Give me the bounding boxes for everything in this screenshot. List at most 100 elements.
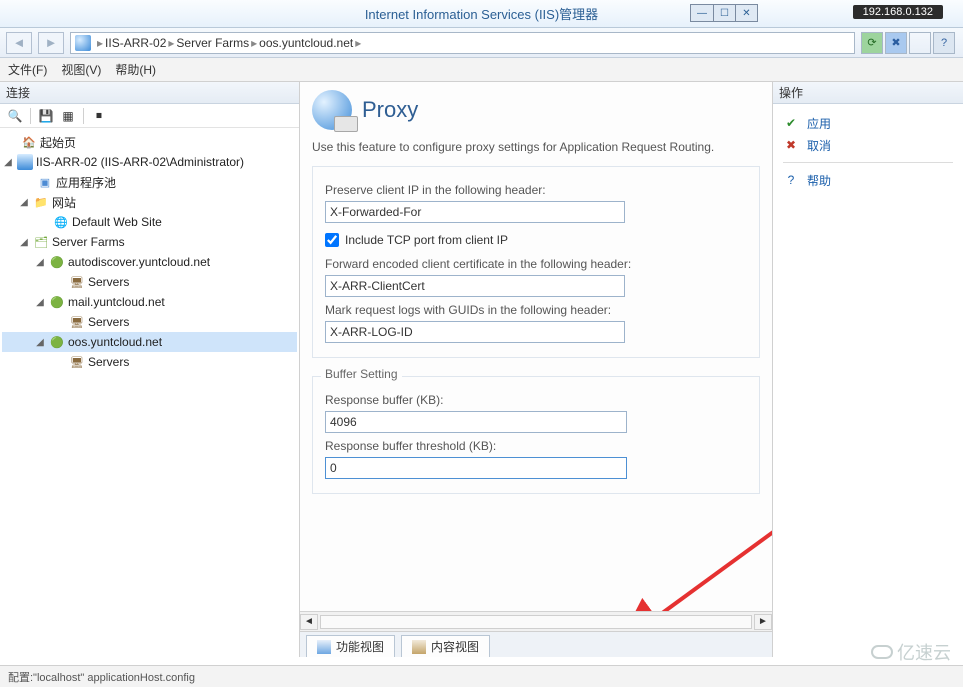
response-threshold-input[interactable]: [325, 457, 627, 479]
help-action[interactable]: ? 帮助: [783, 169, 953, 191]
page-header: Proxy: [312, 90, 760, 130]
breadcrumb-item[interactable]: IIS-ARR-02: [105, 36, 166, 50]
nav-back-button[interactable]: ◄: [6, 32, 32, 54]
help-icon[interactable]: ?: [933, 32, 955, 54]
menu-file[interactable]: 文件(F): [8, 61, 47, 78]
tab-content-label: 内容视图: [431, 638, 479, 655]
actions-panel: 操作 ✔ 应用 ✖ 取消 ? 帮助: [773, 82, 963, 657]
farm-node-icon: 🟢: [49, 334, 65, 350]
maximize-button[interactable]: ☐: [713, 5, 735, 21]
breadcrumb-item[interactable]: Server Farms: [176, 36, 249, 50]
window-titlebar: Internet Information Services (IIS)管理器 —…: [0, 0, 963, 28]
preserve-ip-input[interactable]: [325, 201, 625, 223]
tree-farm-oos[interactable]: ◢ 🟢 oos.yuntcloud.net: [2, 332, 297, 352]
tree-servers[interactable]: 🖥 Servers: [2, 312, 297, 332]
watermark: 亿速云: [871, 639, 951, 665]
tree-default-site[interactable]: 🌐 Default Web Site: [2, 212, 297, 232]
stop-icon[interactable]: ✖: [885, 32, 907, 54]
tree-start-page[interactable]: 🏠 起始页: [2, 132, 297, 152]
connections-panel: 连接 🔍 💾 ▦ ⏹ 🏠 起始页 ◢ IIS-ARR-02 (IIS-ARR-0…: [0, 82, 300, 657]
close-button[interactable]: ✕: [735, 5, 757, 21]
header-group: Preserve client IP in the following head…: [312, 166, 760, 358]
farm-node-icon: 🟢: [49, 294, 65, 310]
forward-cert-input[interactable]: [325, 275, 625, 297]
help-icon: ?: [783, 172, 799, 188]
server-icon: [17, 154, 33, 170]
page-title: Proxy: [362, 97, 418, 123]
mark-logs-label: Mark request logs with GUIDs in the foll…: [325, 303, 747, 317]
breadcrumb-bar: ◄ ► ▸ IIS-ARR-02 ▸ Server Farms ▸ oos.yu…: [0, 28, 963, 58]
apply-icon: ✔: [783, 115, 799, 131]
proxy-icon: [312, 90, 352, 130]
collapse-icon[interactable]: ◢: [34, 297, 46, 308]
tree-farm-autodiscover[interactable]: ◢ 🟢 autodiscover.yuntcloud.net: [2, 252, 297, 272]
collapse-icon[interactable]: ◢: [34, 257, 46, 268]
chevron-right-icon: ▸: [353, 36, 363, 50]
apply-label: 应用: [807, 115, 831, 132]
actions-header: 操作: [773, 82, 963, 104]
collapse-icon[interactable]: ◢: [34, 337, 46, 348]
minimize-button[interactable]: —: [691, 5, 713, 21]
content-view-icon: [412, 640, 426, 654]
cancel-icon: ✖: [783, 137, 799, 153]
breadcrumb-tools: ⟳ ✖ ?: [861, 32, 955, 54]
tree-farm-mail[interactable]: ◢ 🟢 mail.yuntcloud.net: [2, 292, 297, 312]
home-icon: 🏠: [21, 134, 37, 150]
tree-apppools[interactable]: ▣ 应用程序池: [2, 172, 297, 192]
features-view-icon: [317, 640, 331, 654]
tree-servers[interactable]: 🖥 Servers: [2, 352, 297, 372]
tab-content-view[interactable]: 内容视图: [401, 635, 490, 657]
ip-badge: 192.168.0.132: [853, 5, 943, 19]
menu-view[interactable]: 视图(V): [61, 61, 101, 78]
separator: [909, 32, 931, 54]
tree-servers[interactable]: 🖥 Servers: [2, 272, 297, 292]
divider: [783, 162, 953, 163]
collapse-icon[interactable]: ◢: [2, 157, 14, 168]
preserve-ip-label: Preserve client IP in the following head…: [325, 183, 747, 197]
grid-icon[interactable]: ▦: [59, 107, 77, 125]
tree-server-node[interactable]: ◢ IIS-ARR-02 (IIS-ARR-02\Administrator): [2, 152, 297, 172]
menubar: 文件(F) 视图(V) 帮助(H): [0, 58, 963, 82]
chevron-right-icon: ▸: [95, 36, 105, 50]
window-title: Internet Information Services (IIS)管理器: [365, 4, 598, 23]
watermark-text: 亿速云: [897, 639, 951, 665]
response-buffer-label: Response buffer (KB):: [325, 393, 747, 407]
servers-icon: 🖥: [69, 314, 85, 330]
include-tcp-label: Include TCP port from client IP: [345, 233, 508, 247]
chevron-right-icon: ▸: [166, 36, 176, 50]
tab-features-view[interactable]: 功能视图: [306, 635, 395, 657]
tree-sites[interactable]: ◢ 📁 网站: [2, 192, 297, 212]
response-buffer-input[interactable]: [325, 411, 627, 433]
include-tcp-checkbox[interactable]: [325, 233, 339, 247]
connection-tree[interactable]: 🏠 起始页 ◢ IIS-ARR-02 (IIS-ARR-02\Administr…: [0, 128, 299, 657]
connect-icon[interactable]: 🔍: [6, 107, 24, 125]
nav-forward-button[interactable]: ►: [38, 32, 64, 54]
content-panel: Proxy Use this feature to configure prox…: [300, 82, 773, 657]
server-icon: [75, 35, 91, 51]
buffer-group-label: Buffer Setting: [321, 367, 402, 381]
refresh-icon[interactable]: ⟳: [861, 32, 883, 54]
mark-logs-input[interactable]: [325, 321, 625, 343]
sites-icon: 📁: [33, 194, 49, 210]
separator: [83, 108, 84, 124]
collapse-icon[interactable]: ◢: [18, 237, 30, 248]
tree-server-farms[interactable]: ◢ 🗂 Server Farms: [2, 232, 297, 252]
cancel-action[interactable]: ✖ 取消: [783, 134, 953, 156]
breadcrumb-item[interactable]: oos.yuntcloud.net: [259, 36, 353, 50]
apply-action[interactable]: ✔ 应用: [783, 112, 953, 134]
buffer-group: Buffer Setting Response buffer (KB): Res…: [312, 376, 760, 494]
status-text: 配置:"localhost" applicationHost.config: [8, 669, 195, 685]
breadcrumb[interactable]: ▸ IIS-ARR-02 ▸ Server Farms ▸ oos.yuntcl…: [70, 32, 855, 54]
tab-features-label: 功能视图: [336, 638, 384, 655]
stop-toolbar-icon[interactable]: ⏹: [90, 107, 108, 125]
scroll-left-button[interactable]: ◄: [300, 614, 318, 630]
servers-icon: 🖥: [69, 274, 85, 290]
separator: [30, 108, 31, 124]
horizontal-scrollbar[interactable]: ◄ ►: [300, 611, 772, 631]
scroll-track[interactable]: [320, 615, 752, 629]
save-icon[interactable]: 💾: [37, 107, 55, 125]
menu-help[interactable]: 帮助(H): [115, 61, 156, 78]
scroll-right-button[interactable]: ►: [754, 614, 772, 630]
collapse-icon[interactable]: ◢: [18, 197, 30, 208]
chevron-right-icon: ▸: [249, 36, 259, 50]
